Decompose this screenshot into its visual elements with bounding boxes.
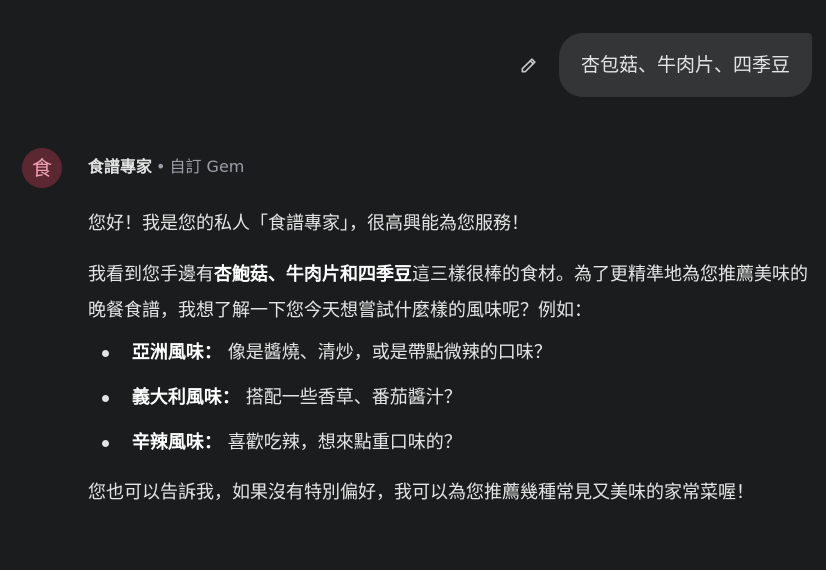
bullet-icon — [102, 440, 109, 447]
gem-avatar: 食 — [22, 148, 62, 188]
list-item: 亞洲風味： 像是醬燒、清炒，或是帶點微辣的口味？ — [88, 335, 812, 371]
intro-text-pre: 我看到您手邊有 — [88, 264, 214, 285]
option-desc: 像是醬燒、清炒，或是帶點微辣的口味？ — [227, 342, 552, 363]
intro-ingredients: 杏鮑菇、牛肉片和四季豆 — [214, 264, 412, 285]
gem-separator: • — [156, 157, 166, 176]
option-desc: 喜歡吃辣，想來點重口味的？ — [227, 432, 462, 453]
response-greeting: 您好！我是您的私人「食譜專家」，很高興能為您服務！ — [88, 213, 529, 234]
gem-header: 食譜專家 • 自訂 Gem — [88, 157, 244, 177]
option-title: 亞洲風味： — [132, 342, 222, 363]
flavor-options-list: 亞洲風味： 像是醬燒、清炒，或是帶點微辣的口味？ 義大利風味： 搭配一些香草、番… — [88, 335, 812, 461]
option-title: 辛辣風味： — [132, 432, 222, 453]
response-intro: 我看到您手邊有杏鮑菇、牛肉片和四季豆這三樣很棒的食材。為了更精準地為您推薦美味的… — [88, 257, 812, 329]
gem-type-label: 自訂 Gem — [169, 157, 245, 176]
pencil-icon — [521, 58, 536, 73]
user-message-row: 杏包菇、牛肉片、四季豆 — [515, 33, 812, 97]
chat-page: 杏包菇、牛肉片、四季豆 食 食譜專家 • 自訂 Gem 您好！我是您的私人「食譜專家… — [0, 0, 826, 570]
list-item: 辛辣風味： 喜歡吃辣，想來點重口味的？ — [88, 425, 812, 461]
option-desc: 搭配一些香草、番茄醬汁？ — [245, 387, 462, 408]
response-closing: 您也可以告訴我，如果沒有特別偏好，我可以為您推薦幾種常見又美味的家常菜喔！ — [88, 482, 754, 503]
option-title: 義大利風味： — [132, 387, 240, 408]
edit-message-button[interactable] — [515, 51, 543, 79]
gem-name: 食譜專家 — [88, 157, 153, 176]
list-item: 義大利風味： 搭配一些香草、番茄醬汁？ — [88, 380, 812, 416]
bullet-icon — [102, 350, 109, 357]
bullet-icon — [102, 395, 109, 402]
model-response: 您好！我是您的私人「食譜專家」，很高興能為您服務！ 我看到您手邊有杏鮑菇、牛肉片… — [88, 206, 812, 511]
user-message-bubble: 杏包菇、牛肉片、四季豆 — [558, 33, 812, 97]
